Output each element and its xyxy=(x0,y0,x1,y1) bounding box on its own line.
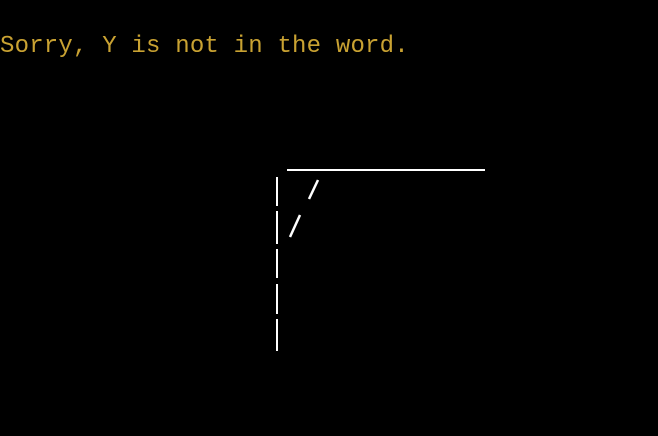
gallows-brace-upper xyxy=(307,179,320,200)
hangman-gallows xyxy=(276,169,485,351)
gallows-brace-lower xyxy=(288,214,302,238)
game-terminal: Sorry, Y is not in the word. xyxy=(0,0,658,436)
